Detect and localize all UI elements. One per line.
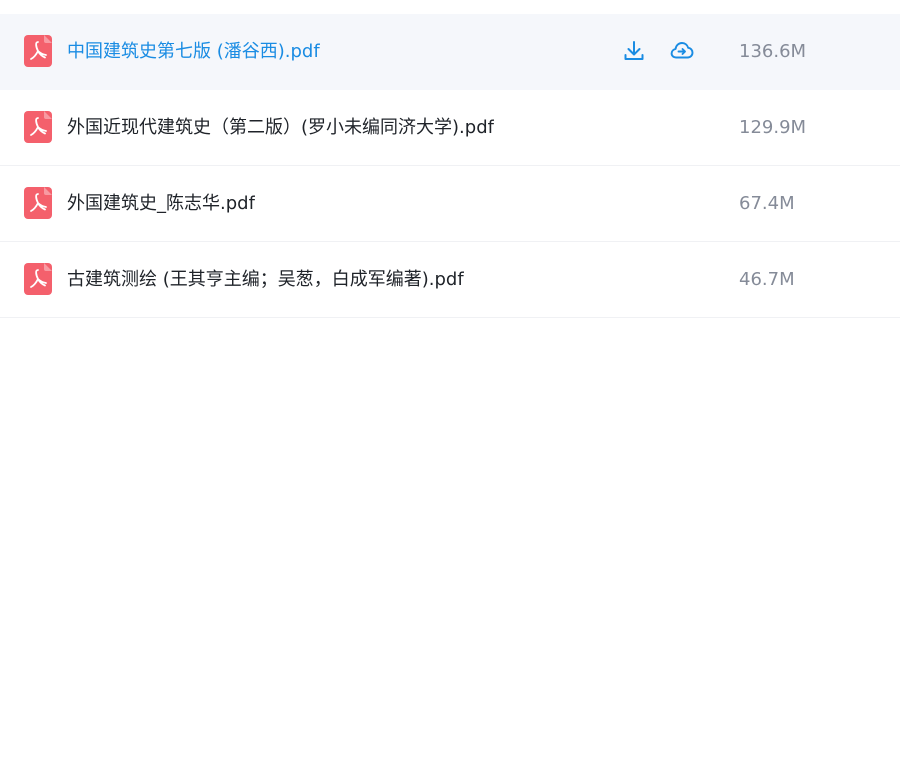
file-name[interactable]: 古建筑测绘 (王其亨主编；吴葱，白成军编著).pdf bbox=[67, 242, 464, 317]
file-list: 中国建筑史第七版 (潘谷西).pdf 136.6M 外国近现代建筑史（第二版）(… bbox=[0, 14, 900, 318]
file-name[interactable]: 外国建筑史_陈志华.pdf bbox=[67, 166, 255, 241]
file-size: 46.7M bbox=[739, 269, 795, 290]
file-size: 136.6M bbox=[739, 41, 807, 62]
file-name[interactable]: 外国近现代建筑史（第二版）(罗小未编同济大学).pdf bbox=[67, 90, 494, 165]
cloud-save-icon[interactable] bbox=[670, 39, 694, 63]
download-icon[interactable] bbox=[622, 39, 646, 63]
pdf-icon bbox=[24, 35, 52, 67]
file-row[interactable]: 外国建筑史_陈志华.pdf 67.4M bbox=[0, 166, 900, 242]
file-row[interactable]: 古建筑测绘 (王其亨主编；吴葱，白成军编著).pdf 46.7M bbox=[0, 242, 900, 318]
pdf-icon bbox=[24, 111, 52, 143]
pdf-icon bbox=[24, 263, 52, 295]
file-row[interactable]: 外国近现代建筑史（第二版）(罗小未编同济大学).pdf 129.9M bbox=[0, 90, 900, 166]
pdf-icon bbox=[24, 187, 52, 219]
file-name[interactable]: 中国建筑史第七版 (潘谷西).pdf bbox=[67, 14, 320, 89]
file-size: 129.9M bbox=[739, 117, 807, 138]
file-row[interactable]: 中国建筑史第七版 (潘谷西).pdf 136.6M bbox=[0, 14, 900, 90]
file-size: 67.4M bbox=[739, 193, 795, 214]
